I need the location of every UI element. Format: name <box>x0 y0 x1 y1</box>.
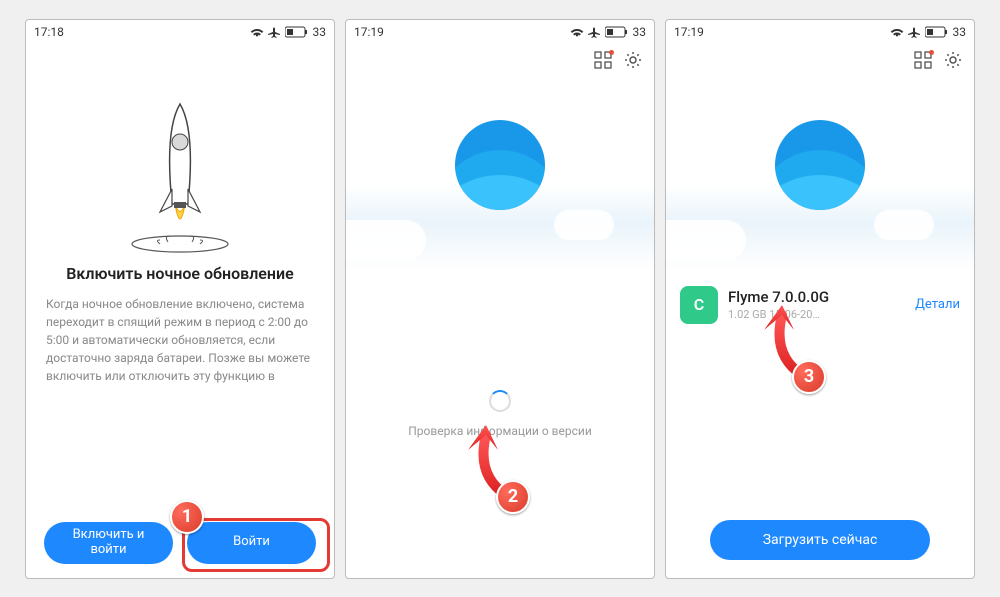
battery-icon <box>925 26 949 38</box>
status-bar: 17:19 33 <box>346 20 654 44</box>
settings-icon[interactable] <box>944 51 962 73</box>
onboard-buttons: Включить и войти Войти <box>26 522 334 564</box>
top-bar <box>346 44 654 80</box>
status-time: 17:19 <box>354 25 384 39</box>
update-app-icon: C <box>680 286 718 324</box>
status-time: 17:18 <box>34 25 64 39</box>
top-bar <box>666 44 974 80</box>
update-info: Flyme 7.0.0.0G 1.02 GB 15-06-20… <box>728 288 915 321</box>
notification-dot <box>609 50 614 55</box>
settings-icon[interactable] <box>624 51 642 73</box>
globe-icon <box>455 120 545 210</box>
battery-icon <box>605 26 629 38</box>
battery-pct: 33 <box>313 25 327 39</box>
airplane-icon <box>268 26 281 38</box>
step-badge-2: 2 <box>496 480 530 514</box>
onboard-title: Включить ночное обновление <box>66 264 293 283</box>
checking-text: Проверка информации о версии <box>408 424 592 438</box>
globe-icon <box>775 120 865 210</box>
apps-grid-icon[interactable] <box>594 51 612 73</box>
battery-pct: 33 <box>633 25 647 39</box>
update-subtitle: 1.02 GB 15-06-20… <box>728 308 915 321</box>
status-icons: 33 <box>250 25 327 39</box>
status-icons: 33 <box>570 25 647 39</box>
update-name: Flyme 7.0.0.0G <box>728 288 915 306</box>
battery-icon <box>285 26 309 38</box>
battery-pct: 33 <box>953 25 967 39</box>
download-now-button[interactable]: Загрузить сейчас <box>710 520 930 560</box>
onboard-content: Включить ночное обновление Когда ночное … <box>26 44 334 385</box>
notification-dot <box>929 50 934 55</box>
screen-night-update: 17:18 33 <box>25 19 335 579</box>
header-illustration <box>666 80 974 270</box>
step-badge-3: 3 <box>792 360 826 394</box>
wifi-icon <box>890 26 904 38</box>
airplane-icon <box>908 26 921 38</box>
spinner-icon <box>489 390 511 412</box>
status-bar: 17:19 33 <box>666 20 974 44</box>
screen-checking: 17:19 33 Проверка информ <box>345 19 655 579</box>
airplane-icon <box>588 26 601 38</box>
status-bar: 17:18 33 <box>26 20 334 44</box>
wifi-icon <box>570 26 584 38</box>
screen-update-available: 17:19 33 C Flyme <box>665 19 975 579</box>
apps-grid-icon[interactable] <box>914 51 932 73</box>
details-link[interactable]: Детали <box>915 297 960 312</box>
wifi-icon <box>250 26 264 38</box>
update-row[interactable]: C Flyme 7.0.0.0G 1.02 GB 15-06-20… Детал… <box>666 276 974 334</box>
status-icons: 33 <box>890 25 967 39</box>
enter-button[interactable]: Войти <box>187 522 316 564</box>
onboard-body: Когда ночное обновление включено, систем… <box>46 295 314 385</box>
rocket-illustration <box>120 94 240 254</box>
header-illustration <box>346 80 654 270</box>
status-time: 17:19 <box>674 25 704 39</box>
checking-block: Проверка информации о версии <box>346 390 654 438</box>
enable-and-enter-button[interactable]: Включить и войти <box>44 522 173 564</box>
